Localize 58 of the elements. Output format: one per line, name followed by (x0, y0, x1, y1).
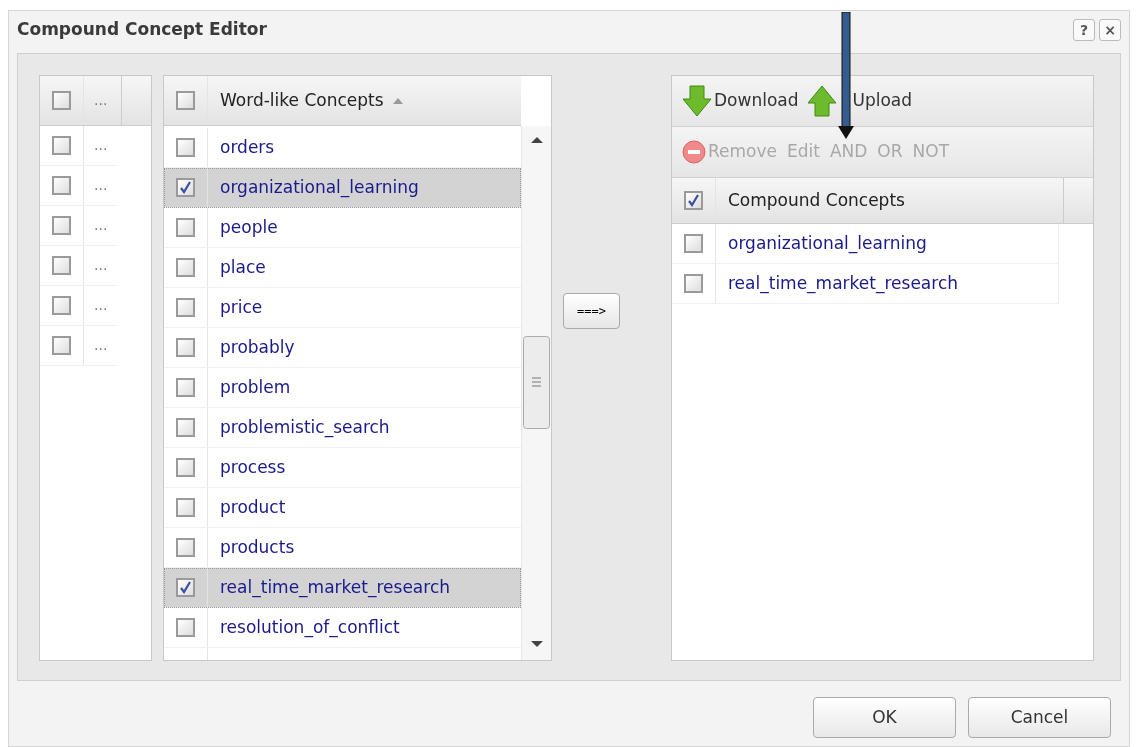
checkbox[interactable] (176, 298, 195, 317)
table-cell-text: ... (93, 176, 108, 195)
list-row[interactable]: place (164, 248, 521, 288)
column-header[interactable]: ... (84, 90, 108, 111)
list-row[interactable]: real_time_market_research (164, 568, 521, 608)
checkbox[interactable] (176, 258, 195, 277)
close-button[interactable]: × (1099, 19, 1121, 41)
checkbox[interactable] (176, 578, 195, 597)
checkbox[interactable] (52, 336, 71, 355)
move-button[interactable]: ===> (563, 293, 620, 329)
list-row[interactable]: probably (164, 328, 521, 368)
checkbox[interactable] (176, 618, 195, 637)
list-row[interactable]: resolution_of_conflict (164, 608, 521, 648)
scroll-down-icon[interactable] (531, 640, 543, 648)
table-cell-text: ... (93, 296, 108, 315)
checkbox[interactable] (52, 216, 71, 235)
checkbox[interactable] (684, 274, 703, 293)
ok-button[interactable]: OK (813, 697, 956, 738)
list-row[interactable]: process (164, 448, 521, 488)
checkbox[interactable] (176, 418, 195, 437)
table-cell-text: ... (93, 336, 108, 355)
checkbox[interactable] (52, 256, 71, 275)
checkbox[interactable] (684, 191, 703, 210)
scrollbar-thumb[interactable] (523, 336, 550, 429)
list-row[interactable]: organizational_learning (164, 168, 521, 208)
checkbox[interactable] (176, 458, 195, 477)
table-cell-text: ... (93, 136, 108, 155)
list-row[interactable]: product (164, 488, 521, 528)
minus-circle-icon (682, 140, 706, 164)
list-row[interactable]: price (164, 288, 521, 328)
checkbox[interactable] (176, 498, 195, 517)
help-button[interactable]: ? (1073, 19, 1095, 41)
checkbox[interactable] (52, 136, 71, 155)
checkbox[interactable] (176, 138, 195, 157)
checkbox[interactable] (176, 378, 195, 397)
up-arrow-icon (806, 85, 837, 117)
checkbox[interactable] (176, 91, 195, 110)
list-row[interactable]: problemistic_search (164, 408, 521, 448)
checkbox[interactable] (52, 176, 71, 195)
table-cell-text: ... (93, 256, 108, 275)
checkbox[interactable] (176, 178, 195, 197)
checkbox[interactable] (52, 91, 71, 110)
list-row[interactable]: real_time_market_research (672, 264, 1059, 304)
cancel-button[interactable]: Cancel (968, 697, 1111, 738)
checkbox[interactable] (684, 234, 703, 253)
checkbox[interactable] (52, 296, 71, 315)
scroll-up-icon[interactable] (531, 136, 543, 144)
list-row[interactable]: problem (164, 368, 521, 408)
list-row[interactable]: people (164, 208, 521, 248)
window-title: Compound Concept Editor (17, 18, 267, 42)
table-cell-text: ... (93, 216, 108, 235)
checkbox[interactable] (176, 338, 195, 357)
upload-button[interactable]: Upload (806, 85, 917, 117)
checkbox[interactable] (176, 538, 195, 557)
download-button[interactable]: Download (682, 85, 803, 117)
checkbox[interactable] (176, 218, 195, 237)
list-row[interactable]: organizational_learning (672, 224, 1059, 264)
down-arrow-icon (682, 85, 712, 117)
